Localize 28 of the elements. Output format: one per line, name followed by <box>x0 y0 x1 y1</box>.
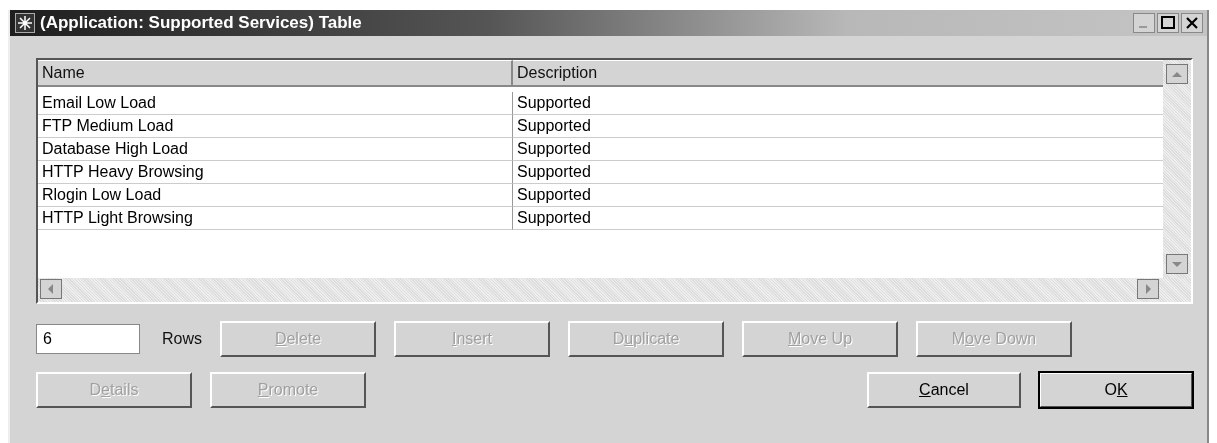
table-cell: Email Low Load <box>38 92 513 115</box>
vertical-scrollbar[interactable] <box>1163 60 1191 278</box>
scroll-left-icon[interactable] <box>40 279 62 299</box>
dialog-button[interactable]: Cancel <box>867 372 1021 408</box>
table-cell: Supported <box>513 138 1163 161</box>
column-header[interactable]: Description <box>513 60 1163 87</box>
table-cell: FTP Medium Load <box>38 115 513 138</box>
scroll-right-icon[interactable] <box>1137 279 1159 299</box>
maximize-icon[interactable] <box>1157 13 1179 33</box>
close-icon[interactable] <box>1181 13 1203 33</box>
rows-field[interactable]: 6 <box>36 324 140 354</box>
table-cell: Rlogin Low Load <box>38 184 513 207</box>
column-header[interactable]: Name <box>38 60 513 87</box>
table-cell: Supported <box>513 115 1163 138</box>
table-cell: HTTP Light Browsing <box>38 207 513 230</box>
dialog-button[interactable]: OK <box>1039 372 1193 408</box>
horizontal-scrollbar[interactable] <box>38 278 1191 302</box>
star-icon <box>14 13 36 33</box>
scroll-down-icon[interactable] <box>1166 254 1188 274</box>
window-title: (Application: Supported Services) Table <box>40 13 362 33</box>
table-cell: Supported <box>513 161 1163 184</box>
rows-label: Rows <box>162 330 202 348</box>
table-cell: Supported <box>513 92 1163 115</box>
scroll-up-icon[interactable] <box>1166 64 1188 84</box>
table-cell: HTTP Heavy Browsing <box>38 161 513 184</box>
table-cell: Database High Load <box>38 138 513 161</box>
table-cell: Supported <box>513 207 1163 230</box>
table-cell: Supported <box>513 184 1163 207</box>
